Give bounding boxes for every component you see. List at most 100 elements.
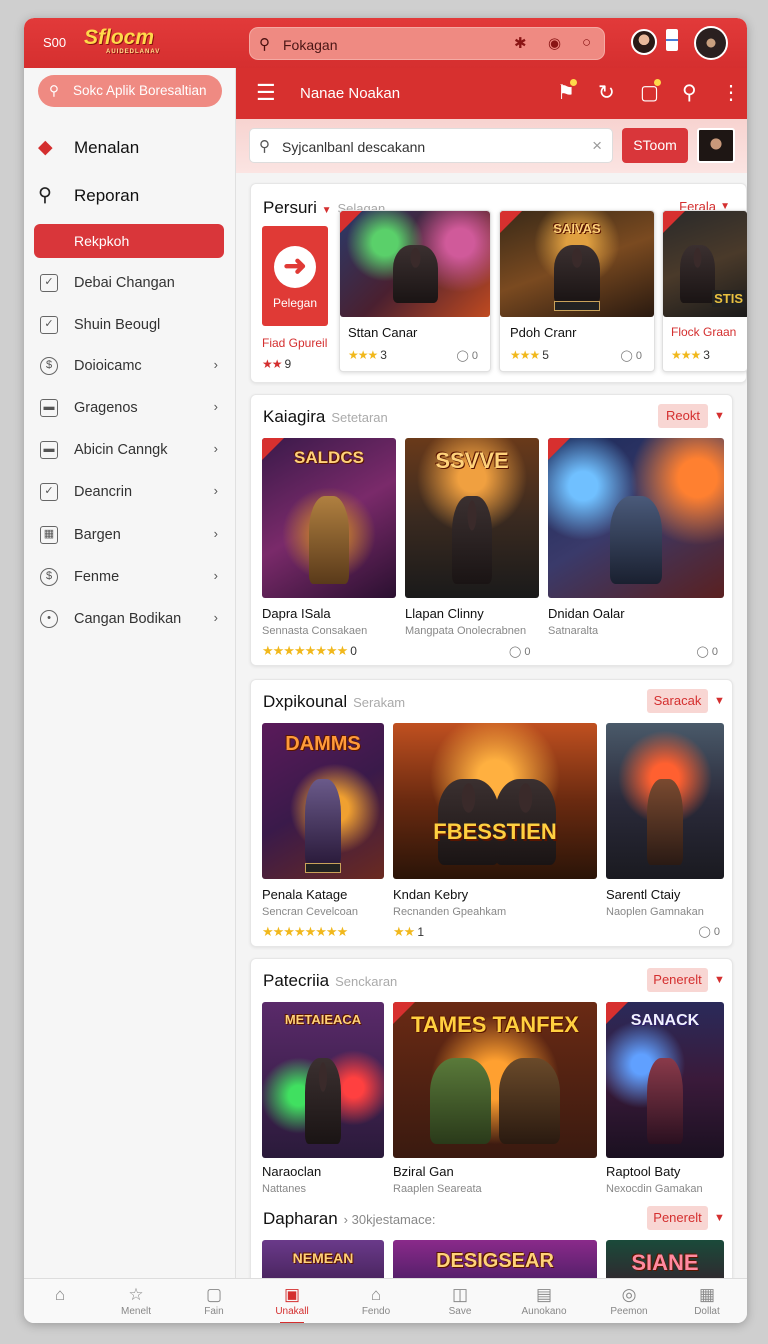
share-icon[interactable]: ↻: [598, 80, 615, 105]
game-card[interactable]: METAIEACA Naraoclan Nattanes: [262, 1002, 384, 1202]
chevron-right-icon: ›: [213, 526, 218, 541]
section-action-button[interactable]: Penerelt: [647, 968, 708, 992]
section-action-button[interactable]: Saracak: [647, 689, 708, 713]
sidebar-search-field[interactable]: ⚲ Sokc Aplik Boresaltian: [38, 75, 222, 107]
game-card[interactable]: SANACK Raptool Baty Nexocdin Gamakan: [606, 1002, 724, 1202]
game-card[interactable]: DAMMS Penala Katage Sencran Cevelcoan ★★…: [262, 723, 384, 941]
nav-fain[interactable]: ▢ Fain: [174, 1279, 254, 1323]
game-card[interactable]: TAMES TANFEX Bziral Gan Raaplen Seareata: [393, 1002, 597, 1202]
game-art[interactable]: SIANE: [606, 1240, 724, 1279]
game-card[interactable]: SSVVE Llapan Clinny Mangpata Onolecrabne…: [405, 438, 539, 660]
chevron-right-icon: ›: [213, 483, 218, 498]
game-title: Penala Katage: [262, 887, 348, 902]
nav-fendo[interactable]: ⌂ Fendo: [336, 1279, 416, 1323]
chevron-right-icon: ›: [213, 568, 218, 583]
sidebar-item-doioicamc[interactable]: $ Doioicamc ›: [24, 347, 236, 387]
layers-icon: ◆: [38, 137, 53, 158]
game-card[interactable]: Sttan Canar ★★★ 3 ◯ 0: [339, 210, 491, 372]
rating-stars: ★★★ 3: [348, 348, 387, 362]
game-card[interactable]: SALDCS Dapra ISala Sennasta Consakaen ★★…: [262, 438, 396, 660]
game-art[interactable]: NEMEAN: [262, 1240, 384, 1279]
app-logo[interactable]: Sflocm AUIDEDLANAV: [84, 26, 159, 55]
sidebar-item-label: Bargen: [74, 527, 121, 543]
home-icon: ⌂: [54, 1285, 66, 1304]
top-bar: S00 Sflocm AUIDEDLANAV ⚲ Fokagan ✱ ◉ ○: [24, 18, 747, 68]
clear-icon[interactable]: ×: [592, 136, 602, 156]
game-art: [548, 438, 724, 598]
nav-unakall[interactable]: ▣ Unakall: [252, 1279, 332, 1323]
chevron-down-icon[interactable]: ▼: [714, 1212, 725, 1224]
comment-count: ◯ 0: [696, 646, 719, 658]
section-persuri: Persuri ▼ Selagan Ferala ▼ ➜ Pelegan Fiad…: [250, 183, 747, 383]
sidebar-item-shuin-beougl[interactable]: ✓ Shuin Beougl: [24, 306, 236, 346]
search-icon[interactable]: ⚲: [682, 80, 697, 105]
puzzle-icon[interactable]: ✱: [514, 34, 527, 52]
nav-home[interactable]: ⌂: [24, 1279, 100, 1323]
nav-dollat[interactable]: ▦ Dollat: [667, 1279, 747, 1323]
nav-label: Fain: [204, 1306, 224, 1317]
sidebar-item-bargen[interactable]: ▦ Bargen ›: [24, 516, 236, 556]
nav-menelt[interactable]: ☆ Menelt: [96, 1279, 176, 1323]
nav-save[interactable]: ◫ Save: [420, 1279, 500, 1323]
sidebar-header-menalan[interactable]: ◆ Menalan: [24, 124, 236, 170]
nav-label: Aunokano: [521, 1306, 567, 1317]
comment-count: ◯ 0: [456, 350, 479, 362]
coin-icon: $: [40, 357, 58, 375]
grid-icon: ▦: [698, 1285, 716, 1304]
game-card[interactable]: FBESSTIEN Kndan Kebry Recnanden Gpeahkam…: [393, 723, 597, 941]
sidebar-item-active[interactable]: Rekpkoh: [34, 224, 224, 258]
chevron-down-icon[interactable]: ▼: [714, 695, 725, 707]
rating-stars: ★★ 1: [393, 924, 424, 939]
game-card[interactable]: Sarentl Ctaiy Naoplen Gamnakan ◯ 0: [606, 723, 724, 941]
game-subtitle: Nexocdin Gamakan: [606, 1183, 703, 1195]
main-search-input[interactable]: ⚲ Syjcanlbanl descakann ×: [249, 128, 613, 163]
chevron-right-icon: ›: [213, 399, 218, 414]
game-art: SAIVAS: [500, 211, 654, 317]
sidebar-item-debai-changan[interactable]: ✓ Debai Changan: [24, 264, 236, 304]
section-action-button[interactable]: Reokt: [658, 404, 708, 428]
nav-label: Peemon: [610, 1306, 648, 1317]
game-card[interactable]: Dnidan Oalar Satnaralta: [548, 438, 724, 660]
globe-icon: ◎: [621, 1285, 637, 1304]
game-title: Pdoh Cranr: [510, 325, 577, 340]
chevron-down-icon[interactable]: ▼: [714, 974, 725, 986]
sidebar-item-label: Deancrin: [74, 484, 133, 500]
sidebar-item-cangan-bodikan[interactable]: • Cangan Bodikan ›: [24, 600, 236, 640]
game-art[interactable]: DESIGSEAR: [393, 1240, 597, 1279]
top-search-text: Fokagan: [283, 37, 338, 53]
sidebar-header-reporan[interactable]: ⚲ Reporan: [24, 172, 236, 218]
game-subtitle: Sennasta Consakaen: [262, 625, 368, 637]
section-kaiagira: Kaiagira Setetaran Reokt ▼ SALDCS Dapra I…: [250, 394, 733, 666]
section-action-button[interactable]: Penerelt: [647, 1206, 708, 1230]
game-card-feature[interactable]: ➜ Pelegan Fiad Gpureil ★★ 9: [262, 226, 332, 376]
search-button[interactable]: SToom: [622, 128, 688, 163]
user-thumbnail[interactable]: [697, 128, 735, 163]
game-art: SALDCS: [262, 438, 396, 598]
flag-icon[interactable]: [666, 29, 678, 51]
card-icon: ▬: [40, 441, 58, 459]
sidebar-item-deancrin[interactable]: ✓ Deancrin ›: [24, 473, 236, 513]
coin-icon: $: [40, 568, 58, 586]
chevron-down-icon[interactable]: ▼: [714, 410, 725, 422]
game-card[interactable]: SAIVAS Pdoh Cranr ★★★ 5 ◯ 0: [499, 210, 655, 372]
game-art: TAMES TANFEX: [393, 1002, 597, 1158]
game-title: Naraoclan: [262, 1164, 322, 1179]
hamburger-menu-icon[interactable]: ☰: [256, 80, 276, 106]
chat-icon[interactable]: ○: [582, 34, 591, 51]
game-card[interactable]: STIS Flock Graan ★★★ 3: [662, 210, 747, 372]
gamepad-icon[interactable]: ◉: [548, 34, 561, 52]
sidebar-item-fenme[interactable]: $ Fenme ›: [24, 558, 236, 598]
nav-aunokano[interactable]: ▤ Aunokano: [504, 1279, 584, 1323]
profile-avatar[interactable]: [694, 26, 728, 60]
sidebar-item-abicin-canngk[interactable]: ▬ Abicin Canngk ›: [24, 431, 236, 471]
sidebar-item-label: Debai Changan: [74, 275, 175, 291]
user-avatar[interactable]: [631, 29, 657, 55]
nav-peemon[interactable]: ◎ Peemon: [589, 1279, 669, 1323]
nav-label: Menelt: [120, 1306, 151, 1317]
game-art: SSVVE: [405, 438, 539, 598]
sidebar-item-gragenos[interactable]: ▬ Gragenos ›: [24, 389, 236, 429]
more-vert-icon[interactable]: ⋮: [721, 80, 741, 105]
top-search-field[interactable]: ⚲ Fokagan ✱ ◉ ○: [249, 27, 605, 60]
sidebar-item-label: Shuin Beougl: [74, 317, 161, 333]
sidebar-item-label: Abicin Canngk: [74, 442, 168, 458]
